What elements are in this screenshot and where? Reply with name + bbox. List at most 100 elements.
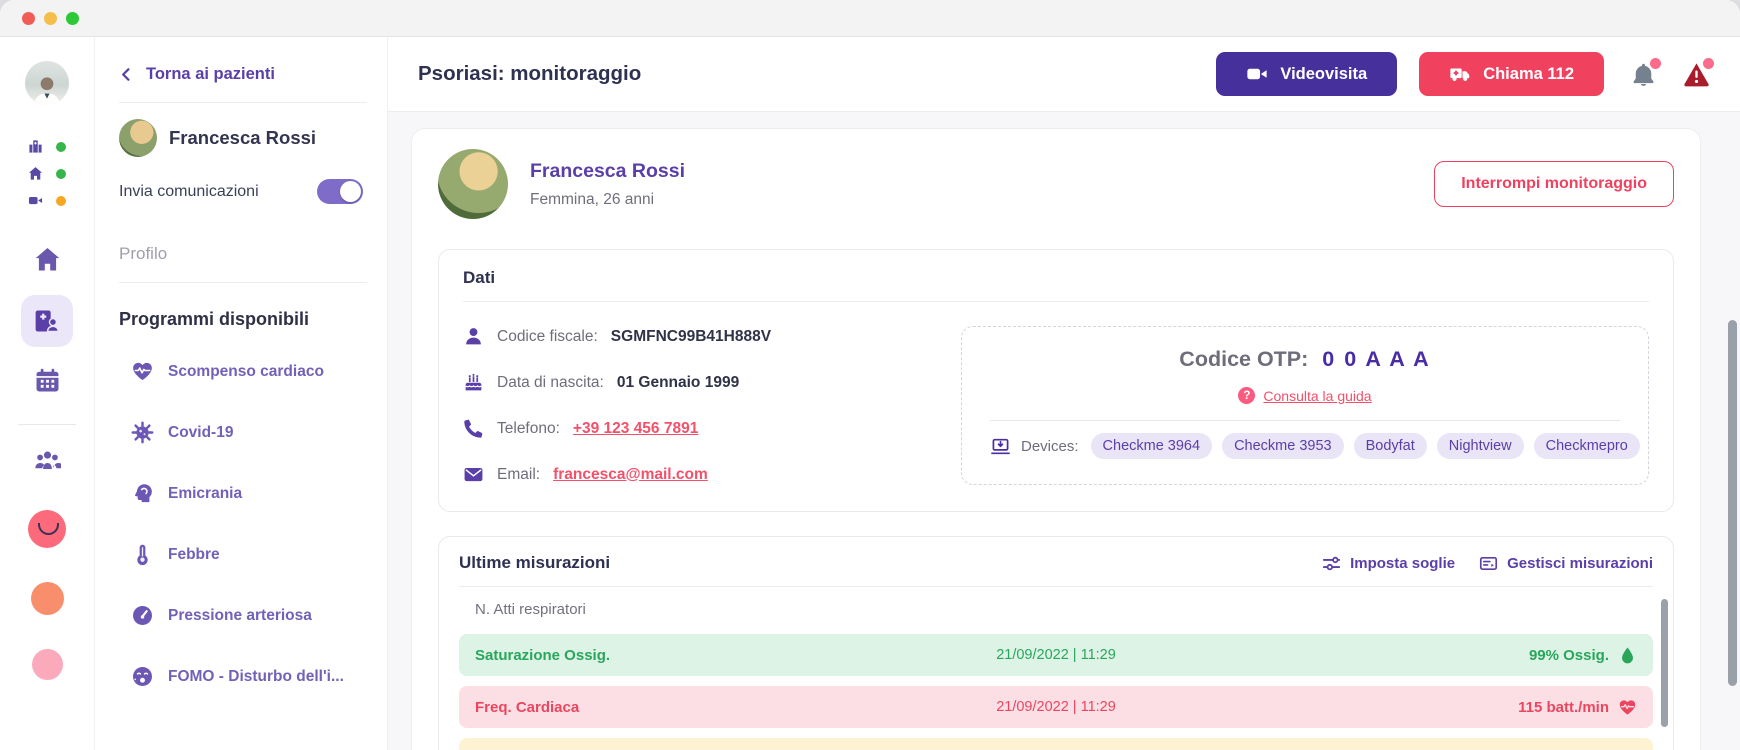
videovisit-button[interactable]: Videovisita <box>1216 52 1397 96</box>
divider <box>119 102 367 103</box>
program-label: Scompenso cardiaco <box>168 363 324 381</box>
program-label: Covid-19 <box>168 424 233 442</box>
alerts-button[interactable] <box>1683 61 1710 88</box>
sidebar-patient-name: Francesca Rossi <box>169 127 316 149</box>
status-row-home[interactable] <box>28 166 66 181</box>
measurement-value: 115 batt./min <box>1518 699 1609 716</box>
status-dot <box>56 169 66 179</box>
ambulance-icon <box>1449 63 1471 85</box>
stop-monitoring-button[interactable]: Interrompi monitoraggio <box>1434 161 1674 207</box>
program-item-covid[interactable]: Covid-19 <box>131 421 363 444</box>
thermometer-icon <box>131 543 154 566</box>
page-title: Psoriasi: monitoraggio <box>418 62 641 86</box>
action-label: Imposta soglie <box>1350 555 1455 572</box>
field-label: Telefono: <box>497 420 560 438</box>
measurement-row-saturation[interactable]: Saturazione Ossig. 21/09/2022 | 11:29 99… <box>459 634 1653 676</box>
hospital-icon <box>28 139 43 154</box>
device-chip[interactable]: Checkme 3953 <box>1222 433 1344 459</box>
back-to-patients-link[interactable]: Torna ai pazienti <box>119 65 363 84</box>
measurement-datetime: 21/09/2022 | 11:29 <box>996 647 1116 663</box>
field-email: Email: francesca@mail.com <box>463 464 771 485</box>
envelope-icon <box>463 464 484 485</box>
anxious-face-icon <box>131 665 154 688</box>
field-value: SGMFNC99B41H888V <box>611 328 771 346</box>
divider <box>463 301 1649 302</box>
home-icon <box>34 246 61 273</box>
divider <box>119 282 367 283</box>
gauge-icon <box>131 604 154 627</box>
people-icon <box>34 447 61 474</box>
email-link[interactable]: francesca@mail.com <box>553 466 708 484</box>
set-thresholds-button[interactable]: Imposta soglie <box>1322 554 1455 573</box>
home-icon <box>28 166 43 181</box>
doctor-avatar[interactable] <box>25 61 69 105</box>
program-item-pressione[interactable]: Pressione arteriosa <box>131 604 363 627</box>
sidebar-item-home[interactable] <box>34 246 61 273</box>
status-row-clinic[interactable] <box>28 139 66 154</box>
sidebar-item-team[interactable] <box>34 447 61 474</box>
field-data-nascita: Data di nascita: 01 Gennaio 1999 <box>463 372 771 393</box>
person-icon <box>463 326 484 347</box>
measurement-name: Saturazione Ossig. <box>475 647 996 664</box>
program-item-fomo[interactable]: FOMO - Disturbo dell'i... <box>131 665 363 688</box>
minimize-window-button[interactable] <box>44 12 57 25</box>
page-scrollbar[interactable] <box>1728 320 1737 686</box>
devices-row: Devices: Checkme 3964 Checkme 3953 Bodyf… <box>990 433 1620 459</box>
communications-toggle-row: Invia comunicazioni <box>119 179 363 204</box>
sidebar-item-calendar[interactable] <box>34 367 61 394</box>
status-row-video[interactable] <box>28 193 66 208</box>
patient-subtitle: Femmina, 26 anni <box>530 191 685 209</box>
chevron-left-icon <box>119 67 134 82</box>
measurement-datetime: 21/09/2022 | 11:29 <box>996 699 1116 715</box>
otp-box: Codice OTP: 0 0 A A A ? Consulta la guid… <box>961 326 1649 485</box>
phone-icon <box>463 418 484 439</box>
program-item-scompenso[interactable]: Scompenso cardiaco <box>131 360 363 383</box>
measurement-name: Freq. Cardiaca <box>475 699 996 716</box>
titlebar <box>0 0 1740 37</box>
device-chip[interactable]: Checkmepro <box>1534 433 1640 459</box>
sidebar-item-patients[interactable] <box>21 295 73 347</box>
phone-link[interactable]: +39 123 456 7891 <box>573 420 698 438</box>
patient-fields: Codice fiscale: SGMFNC99B41H888V Data di… <box>463 326 771 485</box>
otp-label: Codice OTP: <box>1179 347 1308 371</box>
device-chip[interactable]: Bodyfat <box>1354 433 1427 459</box>
call-112-button[interactable]: Chiama 112 <box>1419 52 1604 96</box>
close-window-button[interactable] <box>22 12 35 25</box>
question-icon: ? <box>1238 387 1255 404</box>
communications-toggle[interactable] <box>317 179 363 204</box>
droplet-icon <box>1618 646 1637 665</box>
device-chip[interactable]: Checkme 3964 <box>1091 433 1213 459</box>
monitoring-card: Francesca Rossi Femmina, 26 anni Interro… <box>411 128 1701 750</box>
calendar-icon <box>34 367 61 394</box>
measurement-row-respiratory[interactable]: N. Atti respiratori <box>459 587 1653 634</box>
measurement-row-systolic[interactable]: Sistolica (massima) 21/09/2022 | 11:29 7… <box>459 738 1653 750</box>
programs-title: Programmi disponibili <box>119 309 363 330</box>
nav-rail <box>0 37 95 750</box>
measurements-scrollbar[interactable] <box>1661 599 1668 727</box>
measurements-section: Ultime misurazioni Imposta soglie Gestis… <box>438 536 1674 750</box>
app-shortcut-pink[interactable] <box>32 649 63 680</box>
patient-avatar <box>119 119 157 157</box>
sidebar-patient-row[interactable]: Francesca Rossi <box>119 119 363 157</box>
device-chip[interactable]: Nightview <box>1437 433 1524 459</box>
manage-measurements-button[interactable]: Gestisci misurazioni <box>1479 554 1653 573</box>
program-item-febbre[interactable]: Febbre <box>131 543 363 566</box>
video-camera-icon <box>1246 63 1268 85</box>
devices-icon <box>990 436 1011 457</box>
measurement-row-heart-rate[interactable]: Freq. Cardiaca 21/09/2022 | 11:29 115 ba… <box>459 686 1653 728</box>
notifications-button[interactable] <box>1630 61 1657 88</box>
content-area: Francesca Rossi Femmina, 26 anni Interro… <box>388 112 1740 750</box>
field-codice-fiscale: Codice fiscale: SGMFNC99B41H888V <box>463 326 771 347</box>
virus-icon <box>131 421 154 444</box>
field-telefono: Telefono: +39 123 456 7891 <box>463 418 771 439</box>
app-shortcut-red[interactable] <box>28 510 66 548</box>
field-value: 01 Gennaio 1999 <box>617 374 739 392</box>
guide-link-row[interactable]: ? Consulta la guida <box>1238 387 1371 404</box>
patient-name: Francesca Rossi <box>530 160 685 183</box>
head-icon <box>131 482 154 505</box>
maximize-window-button[interactable] <box>66 12 79 25</box>
otp-value: 0 0 A A A <box>1322 347 1430 371</box>
action-label: Gestisci misurazioni <box>1507 555 1653 572</box>
app-shortcut-orange[interactable] <box>31 582 64 615</box>
program-item-emicrania[interactable]: Emicrania <box>131 482 363 505</box>
